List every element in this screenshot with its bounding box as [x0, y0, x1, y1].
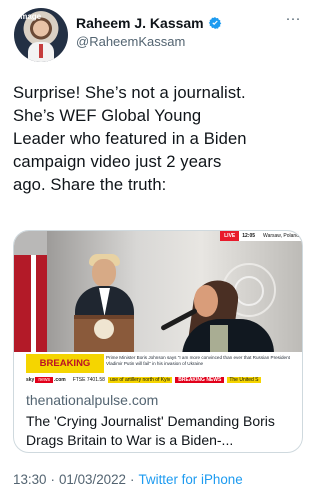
breaking-news-copy: Prime Minister Boris Johnson says "I am …: [106, 355, 290, 366]
ftse-ticker: FTSE 7401.58: [72, 376, 105, 383]
card-text[interactable]: thenationalpulse.com The 'Crying Journal…: [26, 391, 294, 450]
avatar-caption: Image: [18, 12, 42, 21]
card-media-image[interactable]: LIVE 12:05 Warsaw, Poland BREAKING NEWS …: [14, 231, 302, 385]
speaker-head: [92, 259, 116, 287]
tweet-text-line: campaign video just 2 years: [13, 152, 222, 171]
tweet-text: Surprise! She’s not a journalist. She’s …: [13, 81, 305, 196]
sky-logo: sky: [26, 376, 35, 383]
breaking-news-label: BREAKING NEWS: [26, 354, 104, 385]
card-domain: thenationalpulse.com: [26, 392, 159, 408]
ticker-yellow-item: use of artillery north of Kyiv: [107, 376, 173, 383]
verified-badge-icon: [208, 16, 222, 30]
tweet-time[interactable]: 13:30: [13, 472, 47, 487]
ticker-breaking-item: BREAKING NEWS: [175, 376, 225, 383]
tweet-header: Image Raheem J. Kassam @RaheemKassam ···: [14, 8, 304, 64]
author-name[interactable]: Raheem J. Kassam: [76, 15, 204, 31]
card-title: The 'Crying Journalist' Demanding Boris …: [26, 413, 275, 448]
podium-seal: [94, 319, 114, 339]
ticker-end-item: The United S: [227, 376, 261, 383]
live-info-box: LIVE 12:05 Warsaw, Poland: [220, 231, 302, 241]
news-ticker: sky news .com FTSE 7401.58 use of artill…: [14, 374, 302, 385]
tweet-meta: 13:30 · 01/03/2022 · Twitter for iPhone: [13, 472, 243, 487]
tweet-text-line: Leader who featured in a Biden: [13, 129, 247, 148]
tweet-text-line: Surprise! She’s not a journalist.: [13, 83, 246, 102]
live-badge: LIVE: [220, 231, 240, 241]
broadcast-location: Warsaw, Poland: [258, 231, 302, 241]
author-handle[interactable]: @RaheemKassam: [76, 34, 185, 49]
meta-separator: ·: [50, 472, 55, 487]
wall-ornament-inner: [234, 276, 264, 306]
link-preview-card[interactable]: LIVE 12:05 Warsaw, Poland BREAKING NEWS …: [13, 230, 303, 453]
sky-dotcom: .com: [54, 376, 66, 383]
meta-separator: ·: [130, 472, 135, 487]
sky-news-logo: news: [35, 376, 54, 383]
author-name-row: Raheem J. Kassam: [76, 15, 222, 31]
avatar-tie: [39, 44, 43, 58]
journalist-face: [194, 285, 218, 317]
author-avatar[interactable]: Image: [14, 8, 68, 62]
tweet-source-link[interactable]: Twitter for iPhone: [138, 472, 242, 487]
tweet-text-line: ago. Share the truth:: [13, 175, 167, 194]
more-horizontal-icon[interactable]: ···: [284, 11, 302, 31]
tweet-text-line: She’s WEF Global Young: [13, 106, 202, 125]
tweet-date[interactable]: 01/03/2022: [59, 472, 126, 487]
broadcast-time: 12:05: [239, 231, 259, 241]
